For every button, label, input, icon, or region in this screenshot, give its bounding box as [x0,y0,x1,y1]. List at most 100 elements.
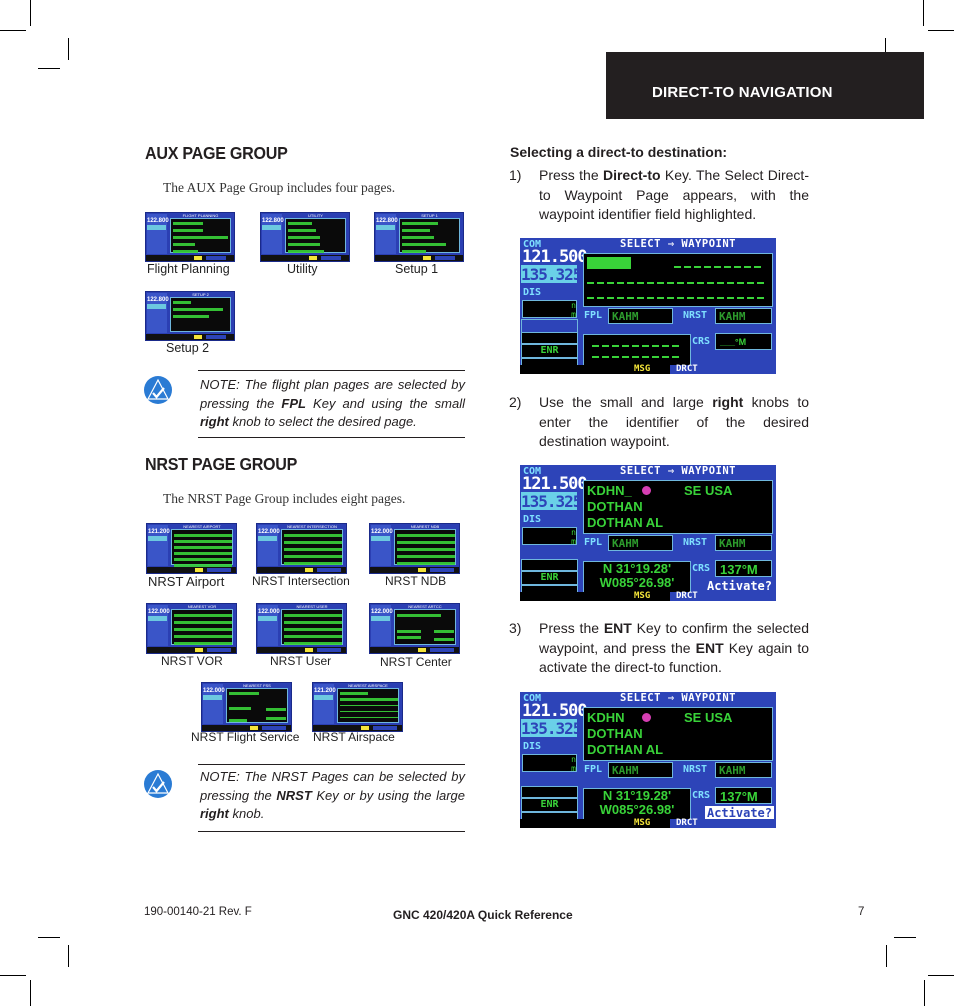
msg-annunciator: MSG [634,364,651,374]
fpl-label: FPL [584,764,603,775]
aux-caption-flight-planning: Flight Planning [147,262,230,276]
waypoint-region: SE USA [684,710,733,725]
identifier-field-highlight[interactable] [587,257,631,269]
step-text-part: Press the [539,167,603,183]
crop-mark [30,0,31,26]
gps-screen-step-3: COM 121.500 135.325 DIS nm ENR SELECT ⇒ … [520,692,776,828]
section-tab: DIRECT-TO NAVIGATION [606,52,924,119]
aux-caption-setup1: Setup 1 [395,262,439,276]
standby-frequency: 135.325 [521,492,582,511]
position-field: N 31°19.28' W085°26.98' [583,561,691,593]
crop-mark [894,937,916,938]
mode-annunciator: ENR [521,344,578,358]
step-text: Press the ENT Key to confirm the selecte… [539,619,809,678]
aux-note: NOTE: The flight plan pages are selected… [143,370,465,440]
page-title: SELECT ⇒ WAYPOINT [620,238,736,250]
procedure-step-1: 1) Press the Direct-to Key. The Select D… [509,166,809,226]
step-text-part: Use the small and large [539,394,713,410]
crop-mark [0,30,26,31]
waypoint-info-box: KDHN SE USA DOTHAN DOTHAN AL [583,707,773,761]
crs-label: CRS [692,790,711,801]
note-text-part: knob to select the desired page. [228,414,417,429]
course-field: 137°M [715,787,772,804]
nrst-user-screenshot: 122.000 NEAREST USER [256,603,347,654]
nrst-caption-user: NRST User [270,654,332,668]
note-check-icon [144,376,172,404]
step-key: ENT [695,639,724,656]
distance-field: nm [522,300,577,319]
page-title: SELECT ⇒ WAYPOINT [620,465,736,477]
procedure-step-2: 2) Use the small and large right knobs t… [509,393,809,453]
aux-note-text: NOTE: The flight plan pages are selected… [200,376,465,432]
latitude: N 31°19.28' [602,561,672,576]
dis-label: DIS [523,514,542,525]
waypoint-facility-name: DOTHAN [587,499,643,514]
nrst-waypoint: KAHM [715,535,772,551]
nrst-label: NRST [683,764,708,775]
crop-mark [924,980,925,1006]
nrst-intro: The NRST Page Group includes eight pages… [163,491,406,506]
crop-mark [886,945,887,967]
step-text: Use the small and large right knobs to e… [539,393,809,452]
step-text-part: Press the [539,620,604,636]
note-rule-top [198,370,465,371]
distance-field: nm [522,754,577,773]
waypoint-region: SE USA [684,483,733,498]
step-key: right [712,394,744,410]
standby-frequency: 135.325 [521,719,582,738]
aux-flight-planning-screenshot: 122.800 FLIGHT PLANNING [145,212,235,262]
drct-annunciator: DRCT [670,592,776,601]
note-knob: right [200,414,229,429]
waypoint-info-box: KDHN_ SE USA DOTHAN DOTHAN AL [583,480,773,534]
drct-annunciator: DRCT [670,365,776,374]
fpl-label: FPL [584,537,603,548]
crop-mark [68,38,69,60]
waypoint-identifier[interactable]: KDHN_ [587,483,632,498]
step-number: 1) [509,167,522,183]
nrst-flight-service-screenshot: 122.000 NEAREST FSS [201,682,292,732]
position-field [583,334,691,366]
course-field: 137°M [715,560,772,577]
step-number: 3) [509,620,522,636]
activate-prompt[interactable]: Activate? [705,579,774,593]
latitude: N 31°19.28' [602,788,672,803]
drct-annunciator: DRCT [670,819,776,828]
gps-screen-step-1: COM 121.500 135.325 DIS nm ENR SELECT ⇒ … [520,238,776,374]
crs-label: CRS [692,336,711,347]
crs-label: CRS [692,563,711,574]
longitude: W085°26.98' [599,802,675,817]
waypoint-identifier[interactable]: KDHN [587,710,625,725]
section-tab-label: DIRECT-TO NAVIGATION [652,84,833,101]
crop-mark [928,30,954,31]
crop-mark [30,980,31,1006]
nrst-waypoint: KAHM [715,308,772,324]
crop-mark [0,975,26,976]
footer-title: GNC 420/420A Quick Reference [393,908,573,922]
airport-symbol-icon [642,486,651,495]
nrst-label: NRST [683,537,708,548]
step-text: Press the Direct-to Key. The Select Dire… [539,166,809,225]
mode-annunciator: ENR [521,571,578,585]
note-text-part: Key and using the small [305,395,466,411]
nrst-note-text: NOTE: The NRST Pages can be selected by … [200,768,465,824]
fpl-waypoint: KAHM [608,762,673,778]
dis-label: DIS [523,741,542,752]
active-frequency: 121.500 [522,474,588,494]
procedure-title: Selecting a direct-to destination: [510,144,728,160]
step-number: 2) [509,394,522,410]
nrst-label: NRST [683,310,708,321]
crop-mark [923,0,924,26]
waypoint-city: DOTHAN AL [587,742,664,757]
nrst-waypoint: KAHM [715,762,772,778]
activate-prompt[interactable]: Activate? [704,806,774,820]
aux-heading: AUX PAGE GROUP [145,143,288,163]
step-key: ENT [603,620,632,636]
fpl-label: FPL [584,310,603,321]
aux-utility-screenshot: 122.800 UTILITY [260,212,350,262]
note-knob: right [200,806,229,821]
msg-annunciator: MSG [634,818,651,828]
nrst-caption-airspace: NRST Airspace [313,730,395,744]
aux-setup2-screenshot: 122.800 SETUP 2 [145,291,235,341]
step-key: Direct-to [602,167,661,183]
standby-frequency: 135.325 [521,265,582,284]
